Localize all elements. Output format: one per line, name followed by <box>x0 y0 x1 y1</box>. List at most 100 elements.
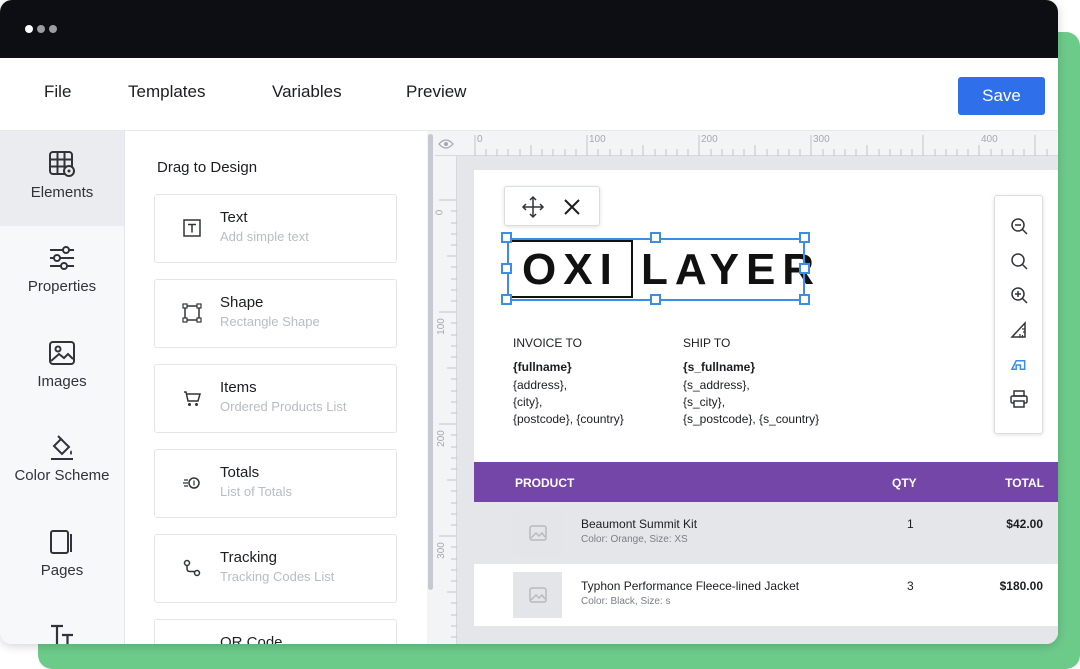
invoice-to-name: {fullname} <box>513 360 572 374</box>
invoice-to-line: {postcode}, {country} <box>513 412 624 426</box>
ruler-top-label: 100 <box>589 134 606 145</box>
product-thumbnail <box>513 510 562 556</box>
resize-handle-n[interactable] <box>650 232 661 243</box>
zoom-out-icon[interactable] <box>1009 216 1029 236</box>
save-button[interactable]: Save <box>958 77 1045 115</box>
product-options: Color: Black, Size: s <box>581 596 671 607</box>
menu-bar: File Templates Variables Preview Save <box>0 58 1058 131</box>
resize-handle-e[interactable] <box>799 263 810 274</box>
table-row[interactable]: Beaumont Summit Kit Color: Orange, Size:… <box>474 502 1058 564</box>
card-title: Totals <box>220 464 260 481</box>
text-box-icon <box>183 219 201 237</box>
sidebar-item-label: Images <box>37 373 87 390</box>
resize-handle-nw[interactable] <box>501 232 512 243</box>
paint-bucket-icon <box>51 435 73 460</box>
close-icon[interactable] <box>562 197 582 217</box>
element-card-totals[interactable]: Totals List of Totals <box>154 449 397 518</box>
card-title: QR Code <box>220 634 283 644</box>
menu-preview[interactable]: Preview <box>406 82 466 102</box>
sidebar-item-label: Elements <box>30 184 94 201</box>
product-total: $42.00 <box>1006 517 1043 531</box>
cart-icon <box>184 391 201 406</box>
pages-icon <box>50 530 72 554</box>
resize-handle-w[interactable] <box>501 263 512 274</box>
element-card-shape[interactable]: Shape Rectangle Shape <box>154 279 397 348</box>
panel-scrollbar-thumb[interactable] <box>428 134 433 590</box>
table-row[interactable]: Typhon Performance Fleece-lined Jacket C… <box>474 564 1058 626</box>
ruler-left: 0 100 200 300 <box>435 156 457 644</box>
sidebar-item-properties[interactable]: Properties <box>0 226 124 321</box>
panel-title: Drag to Design <box>157 159 258 176</box>
column-header-total: TOTAL <box>1005 476 1044 490</box>
table-header: PRODUCT QTY TOTAL <box>474 462 1058 502</box>
resize-handle-s[interactable] <box>650 294 661 305</box>
ruler-top-label: 300 <box>813 134 830 145</box>
ruler-triangle-icon[interactable] <box>1009 320 1029 340</box>
sliders-icon <box>50 246 74 270</box>
resize-handle-sw[interactable] <box>501 294 512 305</box>
selection-box[interactable] <box>507 238 805 301</box>
grid-settings-icon <box>49 151 75 177</box>
app-window: File Templates Variables Preview Save El… <box>0 0 1058 644</box>
sidebar-item-images[interactable]: Images <box>0 321 124 416</box>
element-card-qr-code[interactable]: QR Code <box>154 619 397 644</box>
sidebar-item-color-scheme[interactable]: Color Scheme <box>0 416 124 511</box>
element-card-items[interactable]: Items Ordered Products List <box>154 364 397 433</box>
card-title: Shape <box>220 294 264 311</box>
eye-icon[interactable] <box>438 138 454 150</box>
ruler-left-label: 0 <box>435 209 446 216</box>
column-header-qty: QTY <box>892 476 917 490</box>
invoice-to-line: {address}, <box>513 378 568 392</box>
resize-handle-se[interactable] <box>799 294 810 305</box>
ship-to-line: {s_postcode}, {s_country} <box>683 412 820 426</box>
menu-templates[interactable]: Templates <box>128 82 205 102</box>
product-total: $180.00 <box>999 579 1043 593</box>
route-icon <box>183 559 201 577</box>
print-icon[interactable] <box>1009 389 1029 409</box>
card-subtitle: Tracking Codes List <box>220 569 335 584</box>
window-dot-3[interactable] <box>49 25 57 33</box>
ruler-left-ticks <box>439 199 457 638</box>
image-icon <box>49 341 75 365</box>
sidebar-item-label: Pages <box>40 562 84 579</box>
zoom-toolbar <box>994 195 1043 434</box>
ship-to-name: {s_fullname} <box>683 360 756 374</box>
element-toolbar <box>504 186 600 226</box>
sidebar-item-label: Properties <box>27 278 97 295</box>
invoice-to-heading: INVOICE TO <box>513 336 582 350</box>
column-header-product: PRODUCT <box>515 476 575 490</box>
sidebar-item-typography[interactable] <box>0 606 124 644</box>
card-subtitle: List of Totals <box>220 484 293 499</box>
card-subtitle: Add simple text <box>220 229 309 244</box>
move-icon[interactable] <box>521 195 545 219</box>
ship-to-heading: SHIP TO <box>683 336 731 350</box>
card-title: Tracking <box>220 549 277 566</box>
card-subtitle: Rectangle Shape <box>220 314 320 329</box>
ship-to-line: {s_address}, <box>683 378 750 392</box>
element-card-text[interactable]: Text Add simple text <box>154 194 397 263</box>
menu-variables[interactable]: Variables <box>272 82 342 102</box>
window-dot-2[interactable] <box>37 25 45 33</box>
table-row-partial <box>474 626 1058 644</box>
ruler-top-label: 200 <box>701 134 718 145</box>
ruler-top: 0 100 200 300 400 <box>435 131 1058 156</box>
menu-file[interactable]: File <box>44 82 71 102</box>
ruler-top-label: 0 <box>477 134 483 145</box>
product-qty: 1 <box>907 517 914 531</box>
image-placeholder-icon <box>528 587 547 603</box>
zoom-in-icon[interactable] <box>1009 285 1029 305</box>
sidebar-item-pages[interactable]: Pages <box>0 511 124 606</box>
element-card-tracking[interactable]: Tracking Tracking Codes List <box>154 534 397 603</box>
invoice-to-line: {city}, <box>513 395 543 409</box>
ruler-left-label: 100 <box>435 318 447 335</box>
window-dot-1[interactable] <box>25 25 33 33</box>
ruler-top-ticks <box>474 135 1048 156</box>
product-name: Typhon Performance Fleece-lined Jacket <box>581 579 800 593</box>
title-bar <box>0 0 1058 58</box>
magnet-icon[interactable] <box>1009 355 1029 375</box>
sidebar-item-label: Color Scheme <box>14 467 110 484</box>
resize-handle-ne[interactable] <box>799 232 810 243</box>
zoom-reset-icon[interactable] <box>1009 251 1029 271</box>
product-options: Color: Orange, Size: XS <box>581 534 688 545</box>
sidebar-item-elements[interactable]: Elements <box>0 131 124 226</box>
